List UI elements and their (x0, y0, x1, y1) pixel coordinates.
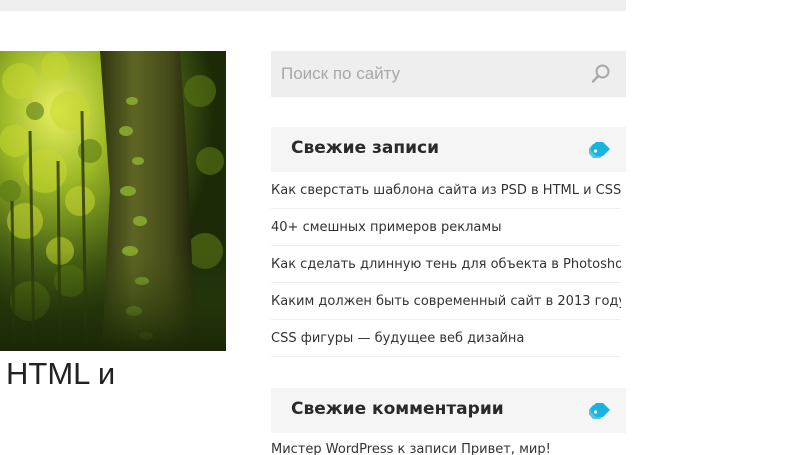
comment-post-link[interactable]: Привет, мир! (461, 442, 551, 455)
search-input[interactable] (271, 51, 571, 97)
search-icon[interactable] (590, 63, 612, 85)
post-link[interactable]: 40+ смешных примеров рекламы (271, 220, 501, 235)
list-item: 40+ смешных примеров рекламы (271, 209, 621, 246)
post-link[interactable]: Как сделать длинную тень для объекта в P… (271, 257, 621, 272)
recent-posts-list: Как сверстать шаблона сайта из PSD в HTM… (271, 172, 621, 357)
post-link[interactable]: Каким должен быть современный сайт в 201… (271, 294, 621, 309)
tag-icon (589, 140, 611, 158)
recent-posts-title: Свежие записи (291, 138, 440, 158)
list-item: CSS фигуры — будущее веб дизайна (271, 320, 621, 357)
post-link[interactable]: Как сверстать шаблона сайта из PSD в HTM… (271, 183, 621, 198)
recent-comments-header: Свежие комментарии (271, 388, 626, 433)
sidebar: Свежие записи Как сверстать шаблона сайт… (271, 51, 626, 455)
post-link[interactable]: CSS фигуры — будущее веб дизайна (271, 331, 524, 346)
list-item: Как сделать длинную тень для объекта в P… (271, 246, 621, 283)
header-bar (0, 0, 626, 11)
comment-connector: к записи (393, 442, 462, 455)
recent-comments-title: Свежие комментарии (291, 399, 504, 419)
recent-posts-header: Свежие записи (271, 127, 626, 172)
featured-image[interactable] (0, 51, 226, 351)
list-item: Как сверстать шаблона сайта из PSD в HTM… (271, 172, 621, 209)
comment-author-link[interactable]: Мистер WordPress (271, 442, 393, 455)
post-title[interactable]: HTML и (6, 356, 115, 392)
comment-item: Мистер WordPress к записи Привет, мир! (271, 442, 626, 455)
tag-icon (589, 401, 611, 419)
forest-image (0, 51, 226, 351)
list-item: Каким должен быть современный сайт в 201… (271, 283, 621, 320)
page: HTML и Свежие записи Как сверс (0, 0, 790, 455)
search-widget (271, 51, 626, 97)
